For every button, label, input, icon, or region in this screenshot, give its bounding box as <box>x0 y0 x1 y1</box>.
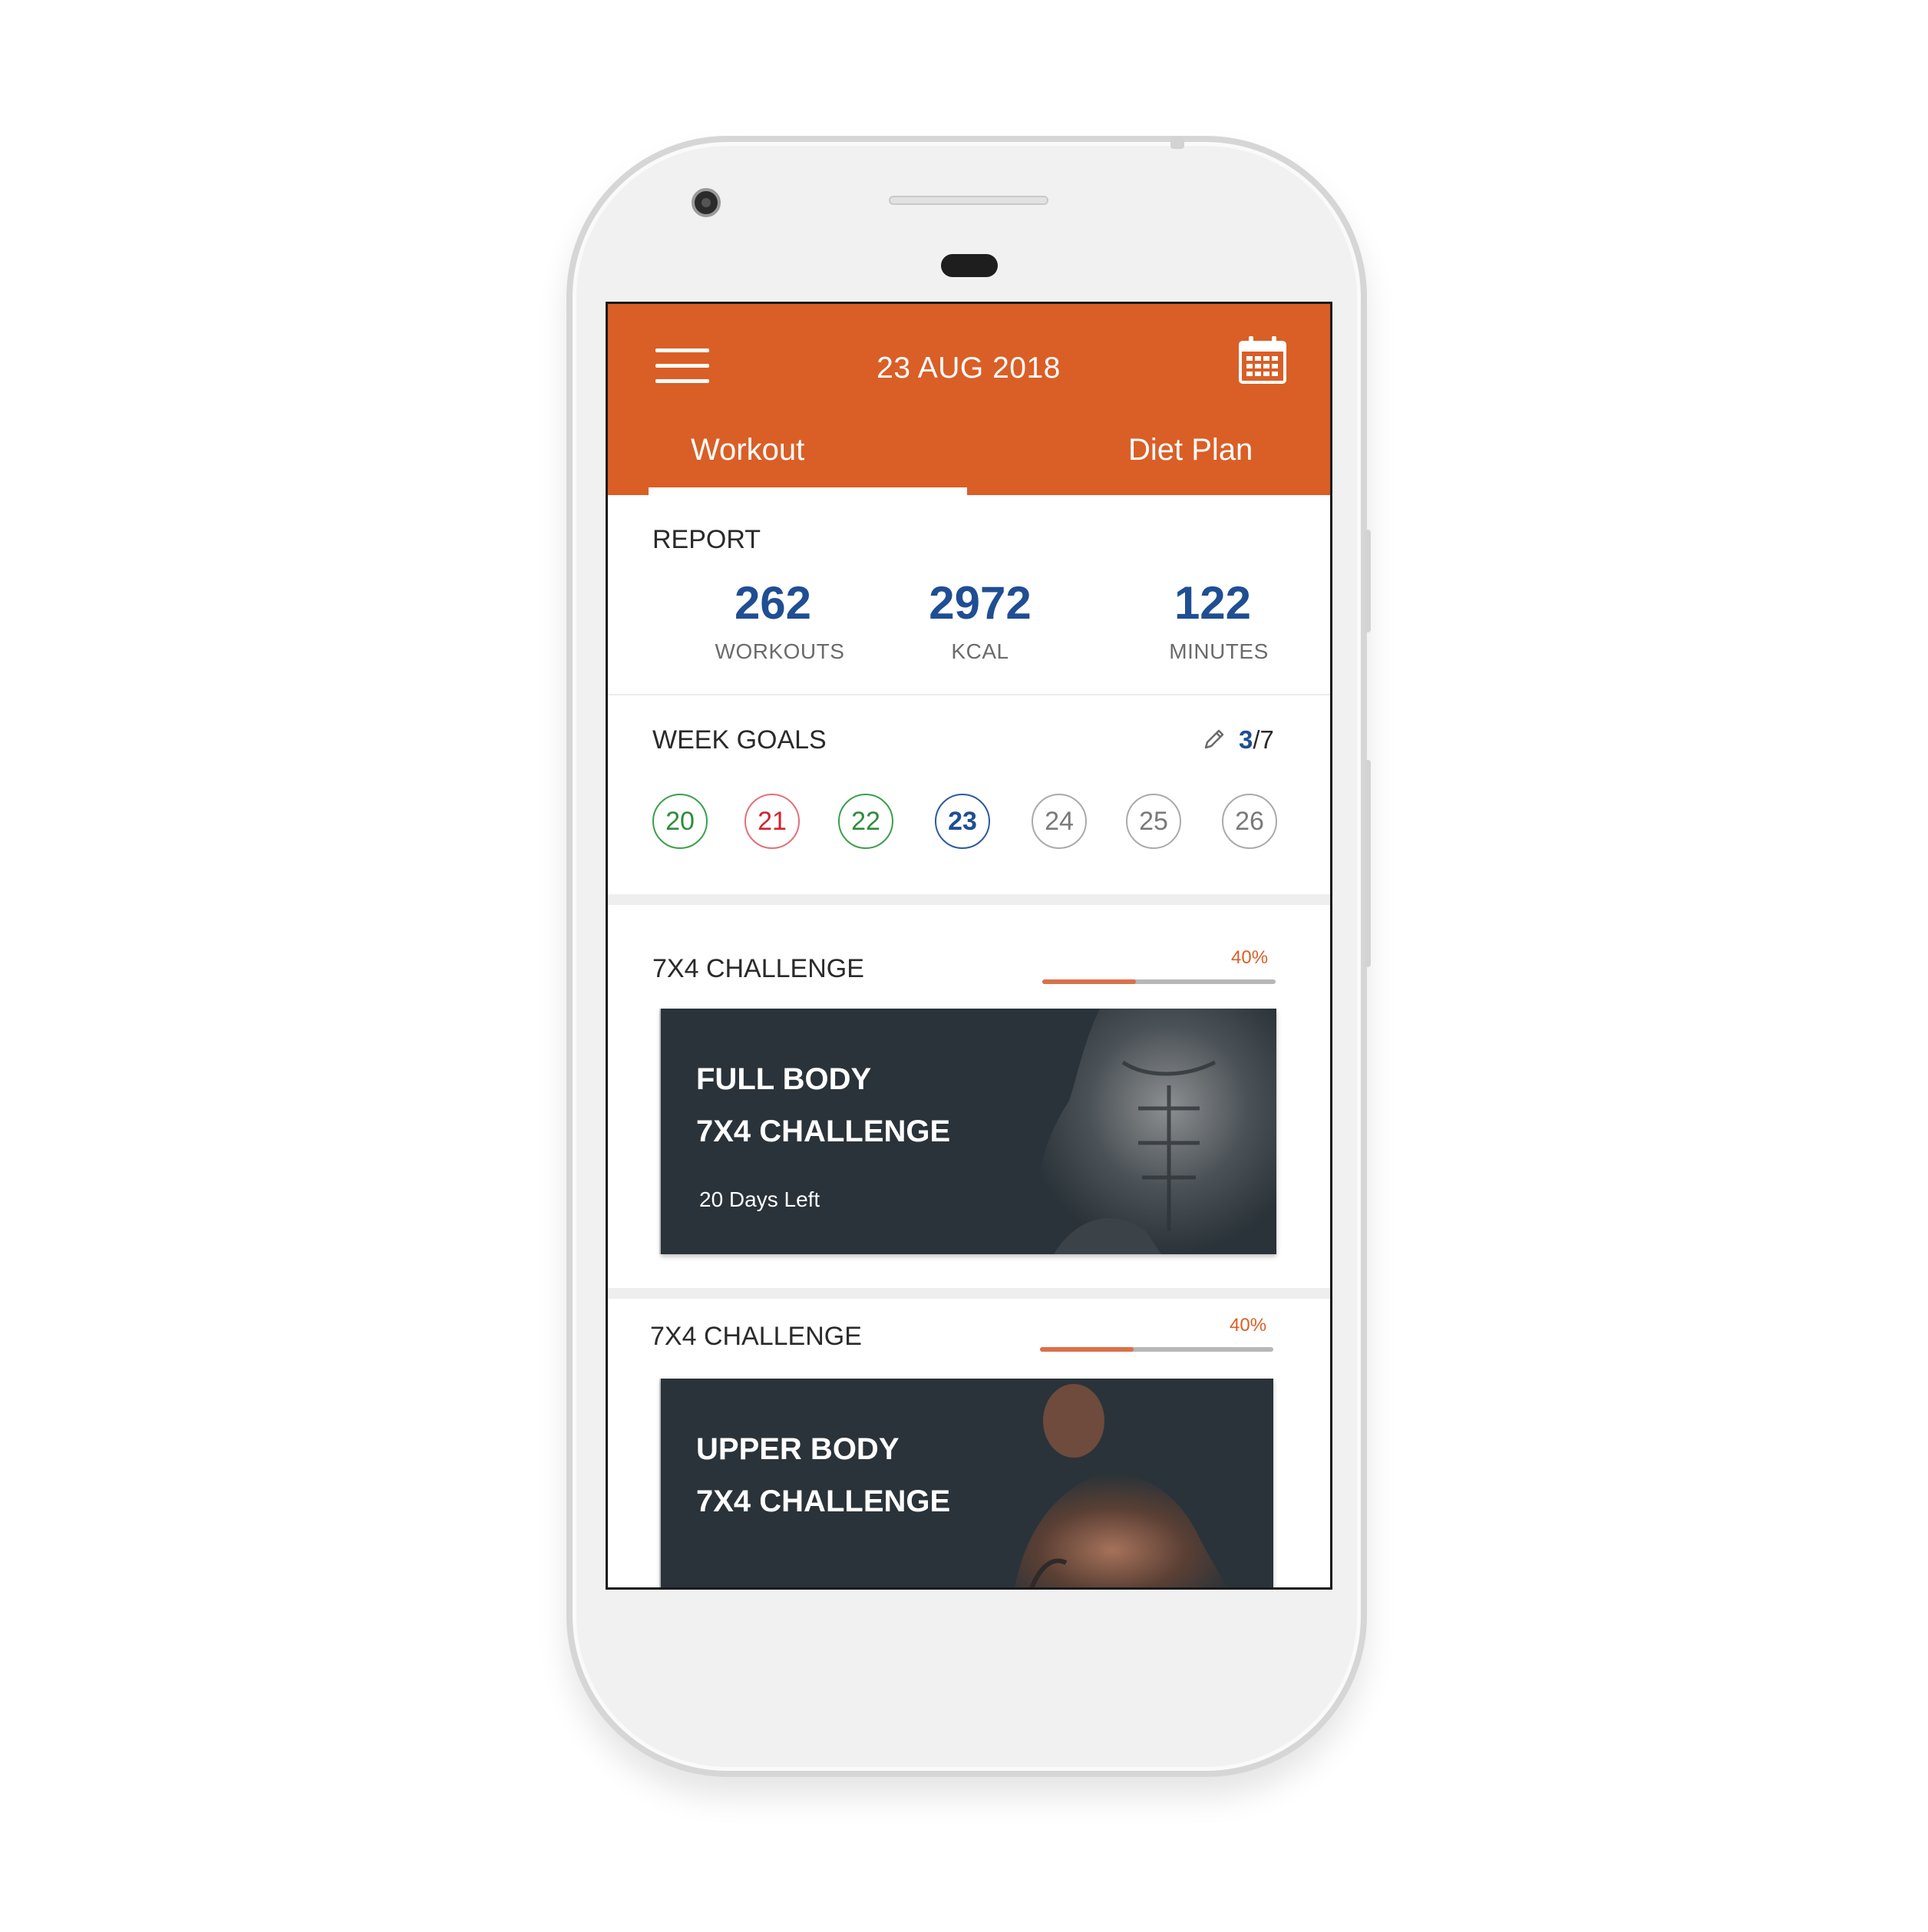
card-title-line2: 7X4 CHALLENGE <box>696 1115 951 1148</box>
section-divider <box>608 1288 1330 1299</box>
goal-separator: / <box>1253 725 1260 754</box>
page-title: 23 AUG 2018 <box>877 352 1061 385</box>
athlete-image <box>1015 1384 1228 1587</box>
day-circle[interactable]: 21 <box>744 794 800 849</box>
app-screen: 23 AUG 2018 Workout Diet Plan REPORT 262… <box>606 302 1332 1590</box>
menu-icon[interactable] <box>655 348 711 385</box>
day-circle[interactable]: 20 <box>652 794 708 849</box>
active-tab-indicator <box>649 487 967 495</box>
day-circle[interactable]: 22 <box>838 794 893 849</box>
app-bar: 23 AUG 2018 Workout Diet Plan <box>608 304 1330 495</box>
stat-workouts-value: 262 <box>734 577 812 629</box>
earpiece-speaker <box>889 196 1048 205</box>
stat-kcal-label: KCAL <box>951 639 1009 663</box>
day-circle[interactable]: 26 <box>1222 794 1277 849</box>
edit-pencil-icon[interactable] <box>1203 728 1226 751</box>
section-divider <box>608 894 1330 905</box>
day-circle[interactable]: 23 <box>935 794 990 849</box>
challenge-progress-label: 40% <box>1231 947 1269 968</box>
stat-workouts-label: WORKOUTS <box>715 639 845 663</box>
tab-diet-plan[interactable]: Diet Plan <box>1128 433 1253 467</box>
stat-kcal-value: 2972 <box>929 577 1032 629</box>
card-title-line1: UPPER BODY <box>696 1432 900 1466</box>
challenge-card-upper-body[interactable]: UPPER BODY 7X4 CHALLENGE <box>661 1379 1273 1587</box>
card-title-line1: FULL BODY <box>696 1062 872 1096</box>
card-title-line2: 7X4 CHALLENGE <box>696 1485 951 1518</box>
volume-button <box>1365 760 1371 967</box>
challenge-card-full-body[interactable]: FULL BODY 7X4 CHALLENGE 20 Days Left <box>661 1009 1276 1254</box>
top-antenna-line <box>1170 137 1184 149</box>
card-days-left: 20 Days Left <box>699 1187 820 1211</box>
challenge-section-title: 7X4 CHALLENGE <box>650 1322 862 1351</box>
challenge-section-title: 7X4 CHALLENGE <box>652 954 864 983</box>
calendar-icon[interactable] <box>1237 335 1288 385</box>
report-title: REPORT <box>652 525 761 554</box>
challenge-progress-bar <box>1042 979 1276 984</box>
tab-workout[interactable]: Workout <box>691 433 804 467</box>
week-goals-title: WEEK GOALS <box>652 725 827 755</box>
goal-done-count: 3 <box>1239 725 1253 754</box>
proximity-sensor <box>941 254 998 277</box>
divider <box>608 694 1330 695</box>
challenge-progress-bar <box>1040 1347 1273 1352</box>
week-goal-count: 3/7 <box>1239 725 1274 755</box>
challenge-progress-fill <box>1040 1347 1134 1352</box>
challenge-progress-fill <box>1042 979 1136 984</box>
stat-minutes-label: MINUTES <box>1169 639 1269 663</box>
power-button <box>1365 530 1371 632</box>
stat-minutes-value: 122 <box>1174 577 1252 629</box>
day-circle[interactable]: 25 <box>1126 794 1181 849</box>
challenge-progress-label: 40% <box>1230 1315 1267 1336</box>
front-camera <box>692 188 721 217</box>
goal-total-count: 7 <box>1259 725 1274 754</box>
athlete-image <box>1035 1009 1276 1254</box>
day-circle[interactable]: 24 <box>1032 794 1087 849</box>
